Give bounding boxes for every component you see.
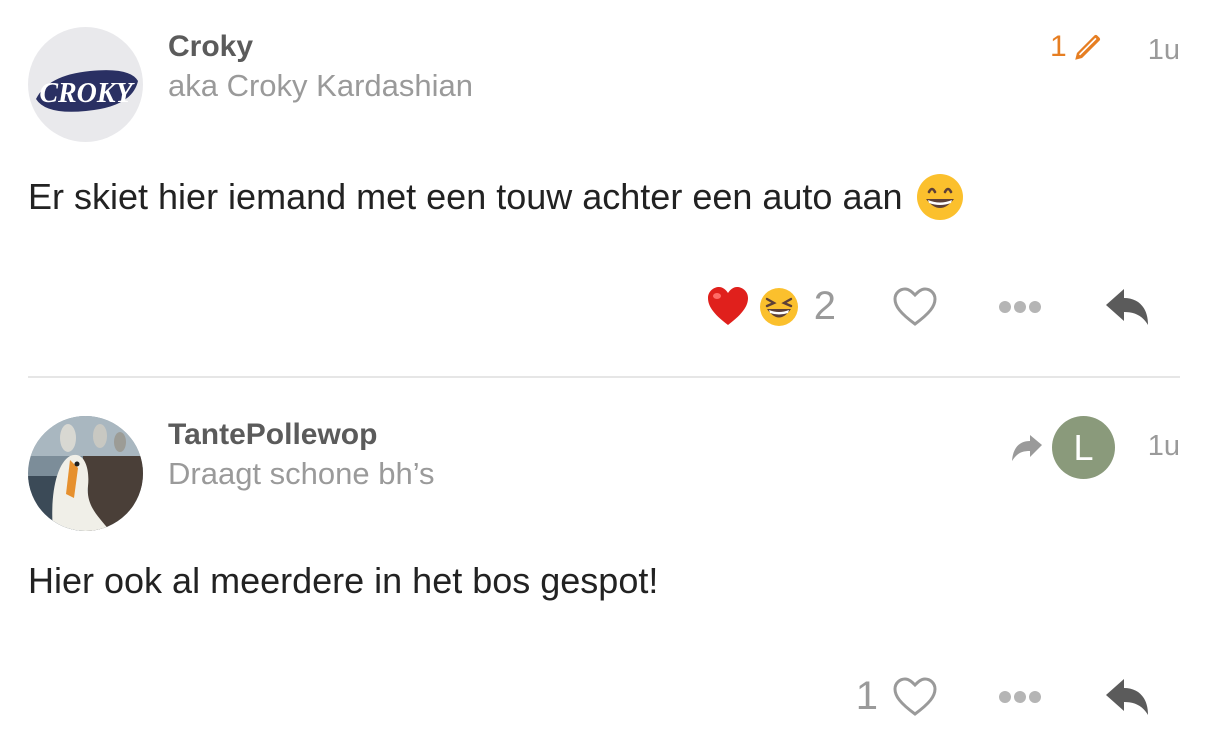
avatar[interactable]: CROKY — [28, 27, 143, 142]
ellipsis-icon — [999, 300, 1041, 313]
post-actions: 2 — [706, 284, 1150, 329]
user-title: Draagt schone bh’s — [168, 456, 435, 491]
reaction-count: 2 — [813, 284, 836, 328]
ellipsis-icon — [999, 690, 1041, 703]
share-arrow-icon — [1012, 434, 1042, 461]
heart-outline-icon — [893, 676, 937, 716]
svg-text:CROKY: CROKY — [39, 78, 135, 109]
post-body-text: Er skiet hier iemand met een touw achter… — [28, 176, 903, 217]
laughing-emoji — [759, 287, 798, 326]
post-body: Er skiet hier iemand met een touw achter… — [28, 172, 965, 222]
post-croky: CROKY Croky aka Croky Kardashian 1 1u Er… — [0, 0, 1206, 378]
post-tantepollewop: TantePollewop Draagt schone bh’s L 1u Hi… — [0, 378, 1206, 742]
like-count[interactable]: 1 — [856, 674, 878, 719]
reply-icon — [1106, 288, 1148, 325]
grinning-emoji — [916, 174, 963, 220]
pencil-icon — [1074, 34, 1100, 60]
croky-logo-icon: CROKY — [28, 27, 143, 142]
avatar[interactable] — [28, 416, 143, 531]
heart-outline-icon — [893, 286, 937, 326]
username[interactable]: Croky — [168, 30, 253, 64]
like-button[interactable] — [892, 286, 938, 328]
post-age[interactable]: 1u — [1148, 34, 1180, 67]
post-body: Hier ook al meerdere in het bos gespot! — [28, 560, 659, 601]
reply-to-indicator[interactable]: L — [1010, 416, 1115, 479]
reactions-summary[interactable]: 2 — [706, 284, 836, 329]
more-actions-button[interactable] — [998, 300, 1042, 314]
user-title: aka Croky Kardashian — [168, 68, 473, 103]
reply-button[interactable] — [1104, 287, 1150, 327]
edit-history-button[interactable]: 1 — [1050, 30, 1105, 64]
reply-to-avatar: L — [1052, 416, 1115, 479]
edit-count: 1 — [1050, 30, 1067, 63]
reply-icon — [1106, 678, 1148, 715]
post-actions: 1 — [856, 674, 1150, 719]
reply-button[interactable] — [1104, 677, 1150, 717]
heart-emoji — [707, 286, 748, 325]
username[interactable]: TantePollewop — [168, 418, 377, 452]
post-age[interactable]: 1u — [1148, 430, 1180, 463]
like-button[interactable] — [892, 676, 938, 718]
more-actions-button[interactable] — [998, 690, 1042, 704]
seagull-avatar-icon — [28, 416, 143, 531]
